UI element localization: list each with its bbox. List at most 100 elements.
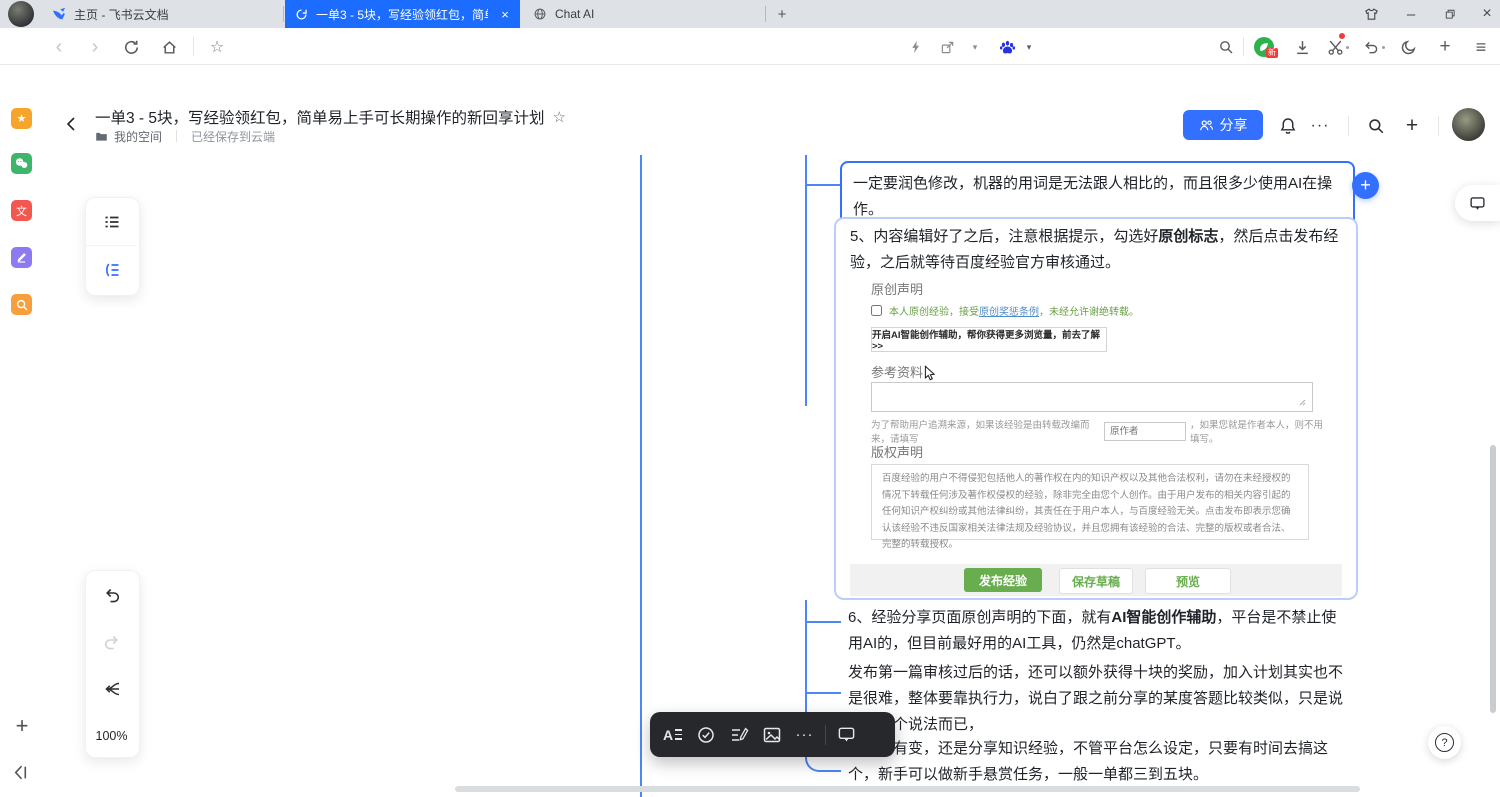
send-page-icon[interactable]	[936, 36, 958, 58]
original-rules-link[interactable]: 原创奖惩条例	[979, 307, 1039, 318]
node-core[interactable]: 核心没有变，还是分享知识经验，不管平台怎么设定，只要有时间去搞这个，新手可以做新…	[848, 736, 1348, 788]
comment-button[interactable]	[830, 718, 863, 751]
share-label: 分享	[1220, 115, 1248, 135]
favorites-star-icon[interactable]: ★	[11, 108, 32, 129]
tab-close-icon[interactable]: ×	[498, 7, 512, 22]
find-in-page-icon[interactable]	[1215, 36, 1237, 58]
tab-title: Chat AI	[555, 7, 594, 21]
share-button[interactable]: 分享	[1183, 110, 1263, 140]
comment-pill-button[interactable]	[1455, 185, 1500, 221]
more-tools-button[interactable]: ···	[788, 718, 821, 751]
undo-button[interactable]	[86, 571, 137, 618]
branch-line-vertical	[640, 155, 642, 797]
node-step5-block[interactable]: 5、内容编辑好了之后，注意根据提示，勾选好原创标志，然后点击发布经验，之后就等待…	[834, 217, 1358, 600]
source-hint: 为了帮助用户追溯来源，如果该经验是由转载改编而来，请填写 ，如果您就是作者本人，…	[871, 417, 1329, 445]
wechat-chat-icon[interactable]	[11, 153, 32, 174]
refresh-button[interactable]	[120, 36, 142, 58]
translate-icon[interactable]: 文	[11, 200, 32, 221]
doc-back-button[interactable]	[60, 112, 84, 136]
people-icon	[1199, 118, 1214, 133]
ai-assist-banner[interactable]: 开启AI智能创作辅助，帮你获得更多浏览量，前去了解>>	[871, 327, 1107, 352]
node-reward[interactable]: 发布第一篇审核过后的话，还可以额外获得十块的奖励，加入计划其实也不是很难，整体要…	[848, 660, 1348, 738]
browser-profile-avatar[interactable]	[8, 1, 34, 27]
header-plus-icon[interactable]: +	[1400, 114, 1424, 138]
toolbar-divider	[825, 725, 826, 745]
notes-pen-icon[interactable]	[11, 247, 32, 268]
resize-handle-icon[interactable]	[1299, 399, 1306, 406]
horizontal-scrollbar[interactable]	[455, 786, 1360, 792]
menu-dot-icon[interactable]	[1382, 46, 1385, 49]
mouse-cursor-icon	[924, 365, 936, 382]
header-search-icon[interactable]	[1364, 114, 1388, 138]
text-lines-icon	[675, 729, 682, 740]
download-icon[interactable]	[1291, 36, 1313, 58]
titlebar: 主页 - 飞书云文档 一单3 - 5块，写经验领红包，简单易 × Chat AI…	[0, 0, 1500, 28]
collapse-sidebar-icon[interactable]	[8, 760, 32, 784]
chevron-down-icon[interactable]: ▾	[1018, 36, 1040, 58]
minimize-button[interactable]: –	[1396, 0, 1426, 28]
globe-favicon-icon	[533, 7, 547, 21]
canvas-add-button[interactable]: +	[10, 714, 34, 738]
task-check-button[interactable]	[689, 718, 722, 751]
outline-list-button[interactable]	[86, 198, 137, 246]
dark-mode-moon-icon[interactable]	[1397, 36, 1419, 58]
tab-title: 主页 - 飞书云文档	[74, 6, 169, 23]
doc-star-icon[interactable]: ☆	[553, 108, 566, 126]
screenshot-scissors-icon[interactable]	[1324, 36, 1346, 58]
copyright-heading: 版权声明	[871, 442, 923, 461]
branch-line-stub	[805, 184, 841, 186]
branch-line-stub	[805, 621, 841, 623]
add-button[interactable]: +	[1434, 36, 1456, 58]
canvas-controls-panel: 100%	[85, 570, 140, 758]
tab-title: 一单3 - 5块，写经验领红包，简单易	[316, 6, 488, 23]
collapse-branch-button[interactable]	[86, 665, 137, 712]
notification-dot	[1339, 33, 1345, 39]
history-undo-icon[interactable]	[1360, 36, 1382, 58]
save-draft-button[interactable]: 保存草稿	[1059, 568, 1133, 594]
zoom-level[interactable]: 100%	[86, 712, 137, 759]
reference-textarea[interactable]	[871, 382, 1313, 412]
original-author-input[interactable]	[1104, 422, 1186, 441]
original-declaration-text: 本人原创经验，接受原创奖惩条例，未经允许谢绝转载。	[889, 303, 1139, 318]
help-button[interactable]: ?	[1428, 726, 1461, 759]
insert-image-button[interactable]	[755, 718, 788, 751]
restore-window-button[interactable]	[1435, 0, 1465, 28]
tab-chat-ai[interactable]: Chat AI	[523, 0, 765, 28]
more-options-icon[interactable]: ···	[1308, 114, 1332, 138]
reference-heading: 参考资料	[871, 362, 923, 381]
theme-skin-icon[interactable]	[1356, 0, 1386, 28]
vertical-scrollbar[interactable]	[1490, 445, 1496, 713]
search-app-icon[interactable]	[11, 294, 32, 315]
node-step6[interactable]: 6、经验分享页面原创声明的下面，就有AI智能创作辅助，平台是不禁止使用AI的，但…	[848, 605, 1348, 657]
menu-button[interactable]: ≡	[1470, 36, 1492, 58]
user-avatar[interactable]	[1452, 108, 1485, 141]
close-window-button[interactable]: ×	[1472, 0, 1500, 28]
breadcrumb-space[interactable]: 我的空间	[114, 128, 162, 145]
list-edit-button[interactable]	[722, 718, 755, 751]
bookmark-star-icon[interactable]: ☆	[206, 36, 228, 58]
chevron-down-icon[interactable]: ▾	[964, 36, 986, 58]
copyright-text-box: 百度经验的用户不得侵犯包括他人的著作权在内的知识产权以及其他合法权利，请勿在未经…	[871, 464, 1309, 540]
wallet-promo-icon[interactable]: 新	[1253, 36, 1275, 58]
menu-dot-icon[interactable]	[1346, 46, 1349, 49]
baidu-paw-icon[interactable]	[996, 36, 1018, 58]
doc-title: 一单3 - 5块，写经验领红包，简单易上手可长期操作的新回享计划	[95, 106, 545, 128]
tab-doc-active[interactable]: 一单3 - 5块，写经验领红包，简单易 ×	[285, 0, 520, 28]
tab-divider	[765, 6, 766, 22]
tab-feishu-home[interactable]: 主页 - 飞书云文档	[42, 0, 284, 28]
home-button[interactable]	[158, 36, 180, 58]
text-style-button[interactable]: A	[656, 718, 689, 751]
branch-line-vertical	[805, 155, 807, 406]
add-child-node-button[interactable]: +	[1352, 172, 1379, 199]
publish-button[interactable]: 发布经验	[964, 568, 1042, 592]
flash-speed-icon[interactable]	[905, 36, 927, 58]
mindmap-view-button[interactable]	[86, 246, 137, 293]
notification-bell-icon[interactable]	[1276, 114, 1300, 138]
preview-button[interactable]: 预览	[1145, 568, 1231, 594]
forward-button[interactable]: ›	[84, 36, 106, 58]
original-declaration-checkbox[interactable]	[871, 305, 882, 316]
redo-button[interactable]	[86, 618, 137, 665]
browser-window: 主页 - 飞书云文档 一单3 - 5块，写经验领红包，简单易 × Chat AI…	[0, 0, 1500, 797]
back-button[interactable]: ‹	[48, 36, 70, 58]
new-tab-button[interactable]: +	[772, 4, 792, 24]
